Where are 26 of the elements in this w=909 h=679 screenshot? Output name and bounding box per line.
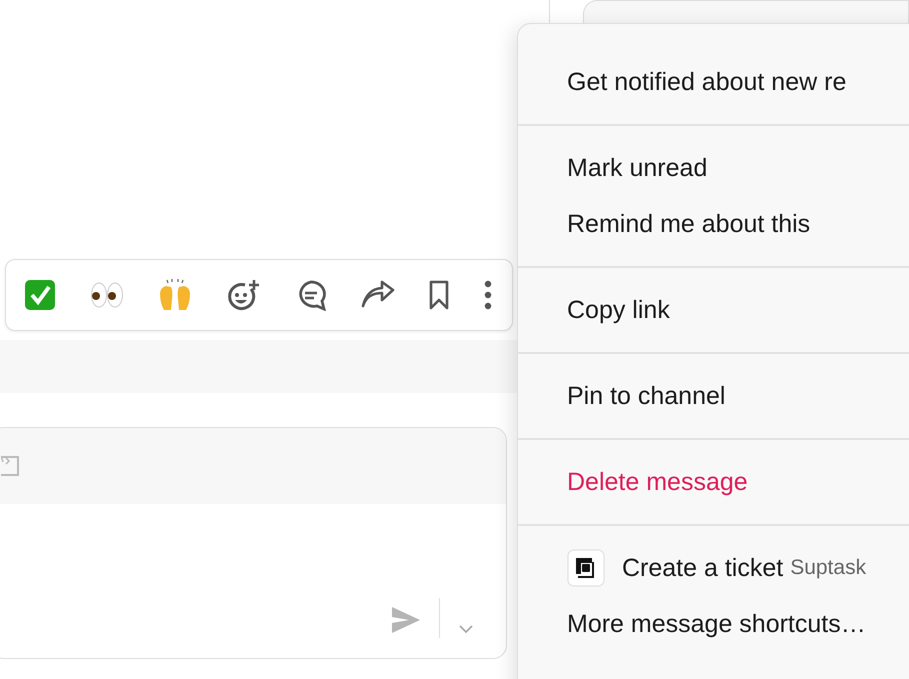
eyes-reaction-button[interactable] <box>90 281 124 309</box>
more-icon <box>484 280 492 310</box>
menu-item[interactable]: Mark unread <box>518 140 909 196</box>
bookmark-button[interactable] <box>428 280 450 310</box>
eyes-icon <box>90 281 124 309</box>
menu-item[interactable]: Remind me about this <box>518 196 909 252</box>
menu-item[interactable]: Pin to channel <box>518 368 909 424</box>
more-actions-button[interactable] <box>484 280 492 310</box>
menu-item[interactable]: Copy link <box>518 282 909 338</box>
caret-icon <box>458 624 474 634</box>
send-icon <box>391 606 421 634</box>
app-name: Suptask <box>790 556 866 580</box>
checkmark-icon <box>24 279 56 311</box>
menu-item[interactable]: More message shortcuts… <box>518 596 909 652</box>
menu-item-label: Create a ticket <box>622 554 784 582</box>
add-reaction-button[interactable] <box>227 279 262 311</box>
forward-button[interactable] <box>360 280 395 310</box>
checkmark-reaction-button[interactable] <box>24 279 56 311</box>
menu-item[interactable]: Delete message <box>518 454 909 510</box>
menu-item[interactable]: Create a ticket Suptask <box>518 540 909 596</box>
bookmark-icon <box>428 280 450 310</box>
add-emoji-icon <box>227 279 262 311</box>
menu-item[interactable]: Get notified about new re <box>518 54 909 110</box>
app-logo-icon <box>567 549 605 587</box>
forward-arrow-icon <box>360 280 395 310</box>
code-block-icon <box>1 454 21 478</box>
